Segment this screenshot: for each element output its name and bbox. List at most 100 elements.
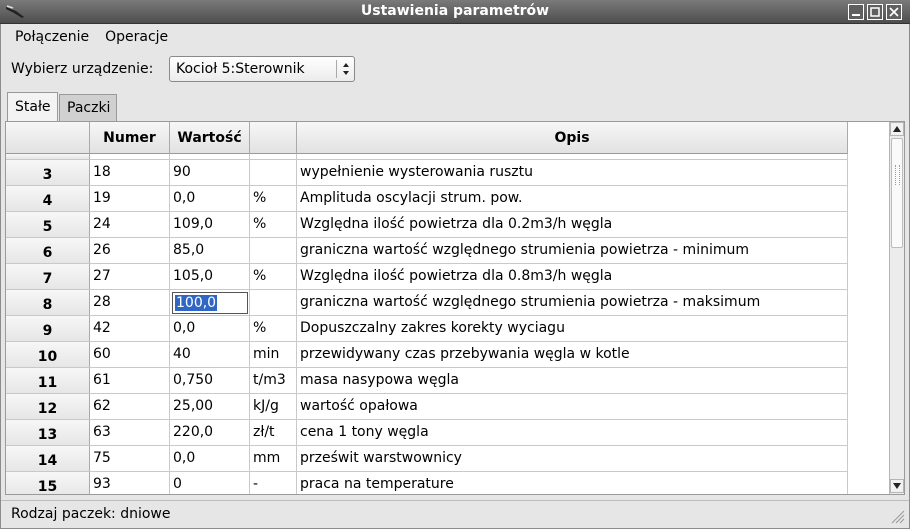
wartosc-cell[interactable]: 0,0 <box>170 316 250 341</box>
jednostka-cell[interactable] <box>250 160 297 185</box>
header-wartosc[interactable]: Wartość <box>170 122 250 154</box>
opis-cell[interactable]: graniczna wartość względnego strumienia … <box>297 238 848 263</box>
header-rownum[interactable] <box>6 122 90 154</box>
table-row[interactable]: 3 18 90 wypełnienie wysterowania rusztu <box>6 160 848 186</box>
opis-cell[interactable]: wartość opałowa <box>297 394 848 419</box>
header-opis[interactable]: Opis <box>297 122 848 154</box>
row-number-cell[interactable]: 15 <box>6 472 90 494</box>
numer-cell[interactable]: 62 <box>90 394 170 419</box>
maximize-button[interactable] <box>867 4 883 20</box>
row-number-cell[interactable]: 4 <box>6 186 90 211</box>
minimize-button[interactable] <box>848 4 864 20</box>
tab-stale[interactable]: Stałe <box>7 92 58 123</box>
opis-cell[interactable]: cena 1 tony węgla <box>297 420 848 445</box>
wartosc-cell[interactable]: 0,0 <box>170 446 250 471</box>
vertical-scrollbar[interactable] <box>889 122 904 494</box>
numer-cell[interactable]: 93 <box>90 472 170 494</box>
jednostka-cell[interactable]: min <box>250 342 297 367</box>
table-row[interactable]: 6 26 85,0 graniczna wartość względnego stru… <box>6 238 848 264</box>
opis-cell[interactable]: Względna ilość powietrza dla 0.8m3/h węg… <box>297 264 848 289</box>
jednostka-cell[interactable] <box>250 238 297 263</box>
jednostka-cell[interactable]: t/m3 <box>250 368 297 393</box>
wartosc-cell[interactable]: 25,00 <box>170 394 250 419</box>
device-select[interactable]: Kocioł 5:Sterownik <box>169 56 355 82</box>
opis-cell[interactable]: prześwit warstwownicy <box>297 446 848 471</box>
numer-cell[interactable]: 28 <box>90 290 170 315</box>
table-row[interactable]: 9 42 0,0% Dopuszczalny zakres korekty wycia… <box>6 316 848 342</box>
numer-cell[interactable]: 24 <box>90 212 170 237</box>
row-number-cell[interactable]: 12 <box>6 394 90 419</box>
resize-grip-icon[interactable] <box>889 508 905 524</box>
jednostka-cell[interactable]: % <box>250 186 297 211</box>
numer-cell[interactable]: 60 <box>90 342 170 367</box>
opis-cell[interactable]: masa nasypowa węgla <box>297 368 848 393</box>
scroll-down-button[interactable] <box>890 479 904 493</box>
wartosc-cell[interactable]: 109,0 <box>170 212 250 237</box>
opis-cell[interactable]: Amplituda oscylacji strum. pow. <box>297 186 848 211</box>
opis-cell[interactable]: przewidywany czas przebywania węgla w ko… <box>297 342 848 367</box>
numer-cell[interactable]: 26 <box>90 238 170 263</box>
numer-cell[interactable]: 61 <box>90 368 170 393</box>
row-number-cell[interactable]: 8 <box>6 290 90 315</box>
jednostka-cell[interactable]: mm <box>250 446 297 471</box>
status-text: Rodzaj paczek: dniowe <box>11 506 171 522</box>
opis-cell[interactable]: graniczna wartość względnego strumienia … <box>297 290 848 315</box>
table-header: Numer Wartość Opis <box>6 122 848 154</box>
wartosc-edit-input[interactable]: 100,0 <box>172 292 248 314</box>
close-button[interactable] <box>886 4 902 20</box>
table-row[interactable]: 10 60 40 min przewidywany czas przebywania w… <box>6 342 848 368</box>
wartosc-cell[interactable]: 90 <box>170 160 250 185</box>
row-number-cell[interactable]: 9 <box>6 316 90 341</box>
table-row[interactable]: 11 61 0,750 t/m3 masa nasypowa węgla <box>6 368 848 394</box>
table-row[interactable]: 13 63 220,0 zł/t cena 1 tony węgla <box>6 420 848 446</box>
wartosc-cell[interactable]: 220,0 <box>170 420 250 445</box>
jednostka-cell[interactable]: zł/t <box>250 420 297 445</box>
tab-paczki[interactable]: Paczki <box>59 94 117 122</box>
jednostka-cell[interactable]: % <box>250 212 297 237</box>
header-numer[interactable]: Numer <box>90 122 170 154</box>
wartosc-cell[interactable]: 0 <box>170 472 250 494</box>
jednostka-cell[interactable]: % <box>250 316 297 341</box>
numer-cell[interactable]: 27 <box>90 264 170 289</box>
jednostka-cell[interactable] <box>250 290 297 315</box>
row-number-cell[interactable]: 3 <box>6 160 90 185</box>
menu-operacje[interactable]: Operacje <box>97 28 176 48</box>
wartosc-cell[interactable]: 85,0 <box>170 238 250 263</box>
scrollbar-thumb[interactable] <box>891 138 903 248</box>
numer-cell[interactable]: 18 <box>90 160 170 185</box>
opis-cell[interactable]: praca na temperature <box>297 472 848 494</box>
table-row[interactable]: 14 75 0,0 mm prześwit warstwownicy <box>6 446 848 472</box>
row-number-cell[interactable]: 13 <box>6 420 90 445</box>
opis-cell[interactable]: wypełnienie wysterowania rusztu <box>297 160 848 185</box>
numer-cell[interactable]: 19 <box>90 186 170 211</box>
device-label: Wybierz urządzenie: <box>11 61 154 77</box>
table-row[interactable]: 4 19 0,0% Amplituda oscylacji strum. pow. <box>6 186 848 212</box>
table-row[interactable]: 12 62 25,00 kJ/g wartość opałowa <box>6 394 848 420</box>
table-row[interactable]: 5 24 109,0% Względna ilość powietrza dla 0.… <box>6 212 848 238</box>
jednostka-cell[interactable]: % <box>250 264 297 289</box>
numer-cell[interactable]: 42 <box>90 316 170 341</box>
jednostka-cell[interactable]: - <box>250 472 297 494</box>
row-number-cell[interactable]: 11 <box>6 368 90 393</box>
numer-cell[interactable]: 75 <box>90 446 170 471</box>
row-number-cell[interactable]: 6 <box>6 238 90 263</box>
numer-cell[interactable]: 63 <box>90 420 170 445</box>
table-row[interactable]: 7 27 105,0% Względna ilość powietrza dla 0.… <box>6 264 848 290</box>
row-number-cell[interactable]: 14 <box>6 446 90 471</box>
header-jednostka[interactable] <box>250 122 297 154</box>
row-number-cell[interactable]: 10 <box>6 342 90 367</box>
jednostka-cell[interactable]: kJ/g <box>250 394 297 419</box>
wartosc-cell[interactable]: 0,750 <box>170 368 250 393</box>
opis-cell[interactable]: Dopuszczalny zakres korekty wyciagu <box>297 316 848 341</box>
table-row[interactable]: 15 93 0- praca na temperature <box>6 472 848 494</box>
wartosc-cell[interactable]: 100,0 <box>170 290 250 315</box>
table-row[interactable]: 8 28 100,0 graniczna wartość względnego str… <box>6 290 848 316</box>
wartosc-cell[interactable]: 105,0 <box>170 264 250 289</box>
wartosc-cell[interactable]: 40 <box>170 342 250 367</box>
row-number-cell[interactable]: 7 <box>6 264 90 289</box>
scroll-up-button[interactable] <box>890 122 904 136</box>
opis-cell[interactable]: Względna ilość powietrza dla 0.2m3/h węg… <box>297 212 848 237</box>
menu-polaczenie[interactable]: Połączenie <box>7 28 97 48</box>
row-number-cell[interactable]: 5 <box>6 212 90 237</box>
wartosc-cell[interactable]: 0,0 <box>170 186 250 211</box>
